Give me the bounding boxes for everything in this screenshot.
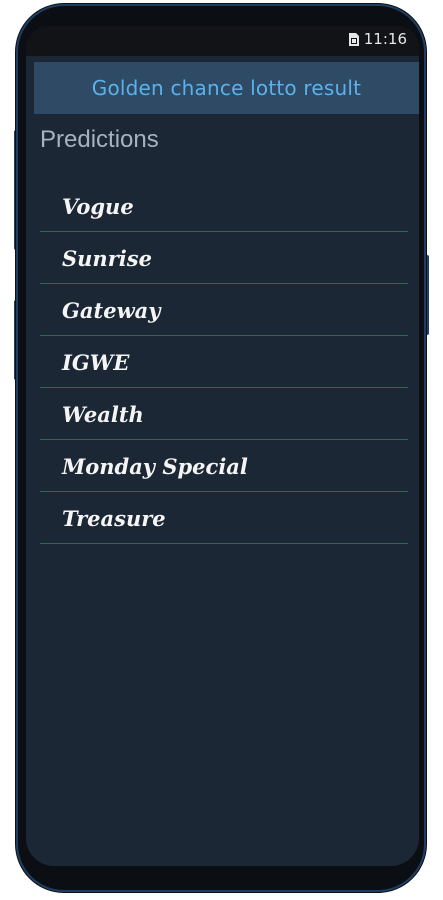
- list-item-igwe[interactable]: IGWE: [40, 337, 408, 388]
- predictions-list: Vogue Sunrise Gateway IGWE Wealth Monday…: [40, 181, 408, 545]
- clock: 11:16: [363, 30, 407, 48]
- list-item-vogue[interactable]: Vogue: [40, 181, 408, 232]
- list-item-label: Sunrise: [62, 245, 152, 271]
- list-item-monday-special[interactable]: Monday Special: [40, 441, 408, 492]
- list-item-label: Gateway: [62, 297, 161, 323]
- list-item-gateway[interactable]: Gateway: [40, 285, 408, 336]
- list-item-label: IGWE: [62, 349, 130, 375]
- sim-icon: [348, 32, 360, 47]
- list-item-sunrise[interactable]: Sunrise: [40, 233, 408, 284]
- app-screen: 11:16 Golden chance lotto result Predict…: [26, 26, 419, 866]
- status-bar-right: 11:16: [348, 30, 407, 48]
- list-item-label: Treasure: [62, 505, 166, 531]
- predictions-header: Predictions: [40, 126, 159, 153]
- list-item-label: Wealth: [62, 401, 144, 427]
- power-button: [425, 255, 429, 335]
- list-item-wealth[interactable]: Wealth: [40, 389, 408, 440]
- list-item-treasure[interactable]: Treasure: [40, 493, 408, 544]
- status-bar: 11:16: [26, 26, 419, 56]
- page-title: Golden chance lotto result: [91, 76, 362, 100]
- list-item-label: Vogue: [62, 193, 134, 219]
- app-toolbar: Golden chance lotto result: [34, 62, 419, 114]
- list-item-label: Monday Special: [62, 453, 248, 479]
